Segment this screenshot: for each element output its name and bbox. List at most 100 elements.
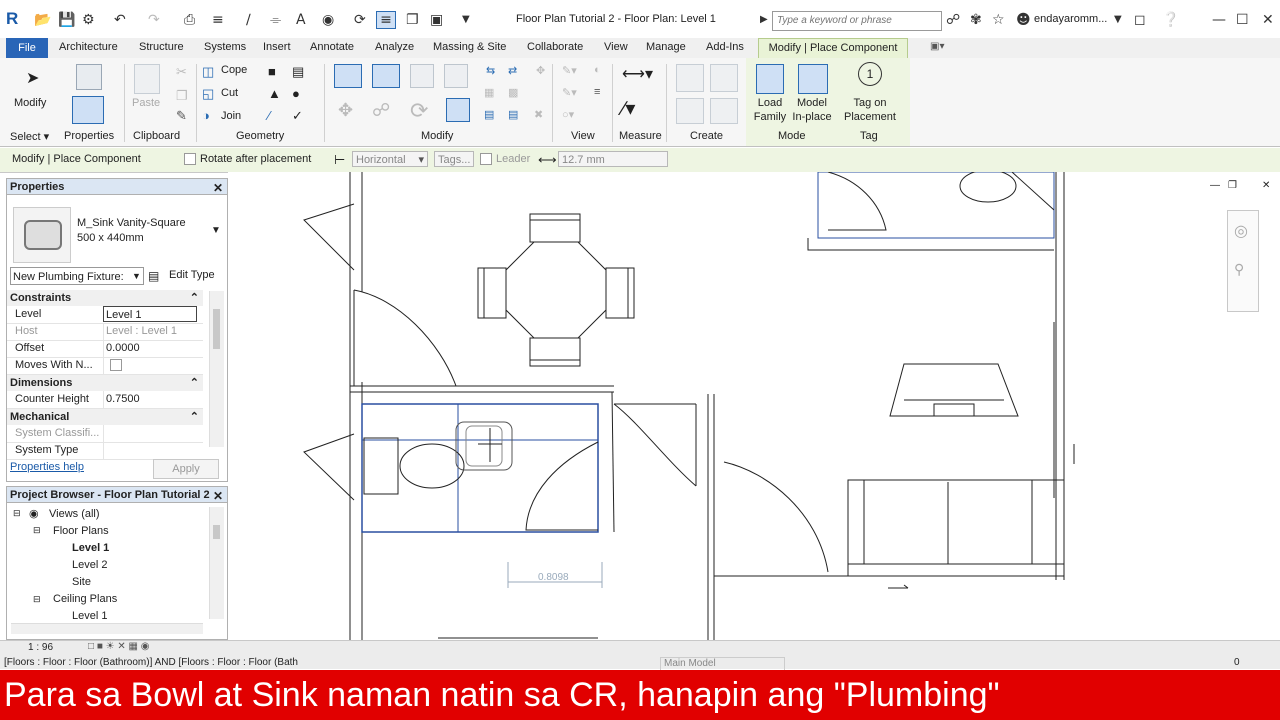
scrollbar-thumb[interactable] bbox=[213, 525, 220, 539]
mirror-axis-icon[interactable] bbox=[410, 64, 434, 88]
thin-lines-icon[interactable]: ≡ bbox=[376, 11, 396, 29]
split-face-icon[interactable]: ▤ bbox=[292, 64, 304, 80]
cut-geometry-icon[interactable]: ◱ bbox=[202, 86, 214, 102]
view-restore-icon[interactable]: ❐ bbox=[1228, 180, 1237, 191]
pin-icon[interactable]: ✥ bbox=[536, 64, 545, 77]
collapse-icon[interactable]: ⊟ bbox=[33, 594, 41, 605]
favorites-star-icon[interactable]: ☆ bbox=[992, 12, 1005, 28]
edit-type-icon[interactable]: ▤ bbox=[148, 269, 159, 283]
group-dimensions[interactable]: Dimensions ⌃ bbox=[7, 375, 203, 391]
checkbox-icon[interactable] bbox=[110, 359, 122, 372]
search-arrow-icon[interactable]: ▶ bbox=[760, 12, 768, 28]
mirror-draw-icon[interactable] bbox=[444, 64, 468, 88]
copy-element-icon[interactable]: ☍ bbox=[372, 100, 390, 121]
tab-insert[interactable]: Insert bbox=[263, 41, 291, 53]
paint-icon[interactable]: ● bbox=[292, 86, 300, 101]
active-workset[interactable]: Main Model bbox=[660, 657, 785, 671]
tab-massing-site[interactable]: Massing & Site bbox=[433, 41, 506, 53]
checkbox-icon[interactable] bbox=[184, 153, 196, 166]
copy-icon[interactable]: ❐ bbox=[176, 88, 188, 104]
cut-button[interactable]: Cut bbox=[221, 87, 238, 99]
offset-value[interactable]: 0.0000 bbox=[103, 340, 204, 357]
tab-analyze[interactable]: Analyze bbox=[375, 41, 414, 53]
3d-view-icon[interactable]: ◉ bbox=[322, 12, 334, 28]
linework-icon[interactable]: ∕ bbox=[268, 108, 270, 123]
wall-joins-icon[interactable]: ■ bbox=[268, 64, 276, 79]
join-icon[interactable]: ◑ bbox=[202, 108, 210, 123]
binoculars-icon[interactable]: ☍ bbox=[946, 12, 960, 28]
tag-icon[interactable]: ⌯ bbox=[270, 12, 281, 28]
create-assembly-icon[interactable] bbox=[676, 64, 704, 92]
tree-level-1[interactable]: Level 1 bbox=[72, 542, 109, 554]
override-graphics-icon[interactable]: ✎▾ bbox=[562, 64, 577, 77]
properties-scrollbar[interactable] bbox=[209, 291, 224, 447]
level-value-field[interactable]: Level 1 bbox=[103, 306, 197, 322]
delete-icon[interactable]: ✖ bbox=[534, 108, 543, 121]
tab-collaborate[interactable]: Collaborate bbox=[527, 41, 583, 53]
collapse-icon[interactable]: ⌃ bbox=[190, 290, 199, 306]
tags-button[interactable]: Tags... bbox=[434, 151, 474, 167]
revit-logo[interactable]: R bbox=[6, 9, 18, 29]
orientation-select[interactable]: Horizontal ▾ bbox=[352, 151, 428, 167]
view-control-icons[interactable]: □ ■ ☀ ✕ ▦ ◉ bbox=[88, 641, 150, 652]
move-icon[interactable]: ✥ bbox=[338, 100, 353, 121]
view-scale[interactable]: 1 : 96 bbox=[4, 641, 84, 655]
tree-level-2[interactable]: Level 2 bbox=[72, 559, 107, 571]
property-row-moves-with[interactable]: Moves With N... bbox=[7, 357, 203, 375]
collapse-icon[interactable]: ⌃ bbox=[190, 409, 199, 425]
create-parts-icon[interactable] bbox=[710, 64, 738, 92]
navigation-bar[interactable]: ◎ ⚲ bbox=[1227, 210, 1259, 312]
tab-systems[interactable]: Systems bbox=[204, 41, 246, 53]
load-family-icon[interactable] bbox=[756, 64, 784, 94]
exchange-icon[interactable]: ◻ bbox=[1134, 12, 1146, 28]
rotate-after-placement-checkbox[interactable]: Rotate after placement bbox=[184, 153, 311, 166]
offset-icon[interactable] bbox=[372, 64, 400, 88]
pick-icon[interactable]: ✓ bbox=[292, 108, 303, 124]
switch-windows-icon[interactable]: ▣ bbox=[430, 12, 443, 28]
apply-button[interactable]: Apply bbox=[153, 459, 219, 479]
join-button[interactable]: Join bbox=[221, 110, 241, 122]
user-dropdown-icon[interactable]: ▼ bbox=[1114, 12, 1122, 28]
tag-on-placement-icon[interactable]: 1 bbox=[858, 62, 882, 86]
help-icon[interactable]: ❔ bbox=[1162, 12, 1179, 28]
minimize-icon[interactable]: — bbox=[1212, 12, 1226, 28]
split-element-icon[interactable]: ⇆ bbox=[486, 64, 495, 77]
browser-h-scrollbar[interactable] bbox=[11, 623, 203, 634]
hide-element-icon[interactable]: ○▾ bbox=[562, 108, 574, 121]
checkbox-icon[interactable] bbox=[480, 153, 492, 166]
group-mechanical[interactable]: Mechanical ⌃ bbox=[7, 409, 203, 425]
rotate-icon[interactable]: ⟳ bbox=[410, 98, 428, 124]
thin-lines-view-icon[interactable]: ≡ bbox=[594, 86, 600, 98]
customize-dropdown-icon[interactable]: ▼ bbox=[462, 12, 470, 28]
demolish-icon[interactable]: ▲ bbox=[268, 86, 281, 101]
tab-view[interactable]: View bbox=[604, 41, 628, 53]
trim-extend-icon[interactable] bbox=[446, 98, 470, 122]
model-inplace-icon[interactable] bbox=[798, 64, 828, 94]
match-type-icon[interactable]: ✎ bbox=[176, 108, 187, 124]
tree-ceiling-level-1[interactable]: Level 1 bbox=[72, 610, 107, 622]
tab-file[interactable]: File bbox=[6, 38, 48, 58]
drawing-canvas[interactable]: 0.8098 bbox=[228, 169, 1280, 640]
group-constraints[interactable]: Constraints ⌃ bbox=[7, 290, 203, 306]
view-close-icon[interactable]: ✕ bbox=[1262, 180, 1270, 191]
collapse-icon[interactable]: ⊟ bbox=[33, 525, 41, 536]
instance-selector[interactable]: New Plumbing Fixture: bbox=[10, 267, 144, 285]
linework-view-icon[interactable]: ✎▾ bbox=[562, 86, 577, 99]
browser-scrollbar[interactable] bbox=[209, 507, 224, 619]
print-icon[interactable]: ⎙ bbox=[184, 12, 195, 28]
user-icon[interactable]: ☻ bbox=[1016, 12, 1031, 28]
maximize-icon[interactable]: ☐ bbox=[1236, 12, 1249, 28]
cope-button[interactable]: Cope bbox=[221, 64, 247, 76]
selector-arrow-icon[interactable]: ▼ bbox=[132, 271, 141, 281]
measure-icon[interactable]: ≡ bbox=[212, 12, 224, 28]
property-row-level[interactable]: Level Level 1 bbox=[7, 306, 203, 324]
ribbon-toggle-icon[interactable]: ▣▾ bbox=[930, 41, 944, 52]
aligned-dimension-icon[interactable]: ∕▾ bbox=[622, 96, 635, 121]
model-inplace-button[interactable]: Model In-place bbox=[790, 96, 834, 124]
floor-plan-drawing[interactable]: 0.8098 bbox=[228, 169, 1280, 640]
align-icon[interactable] bbox=[334, 64, 362, 88]
measure-between-icon[interactable]: ⟷▾ bbox=[622, 64, 653, 84]
view-minimize-icon[interactable]: — bbox=[1210, 180, 1220, 191]
tree-views-all[interactable]: Views (all) bbox=[49, 508, 100, 520]
load-family-button[interactable]: Load Family bbox=[750, 96, 790, 124]
